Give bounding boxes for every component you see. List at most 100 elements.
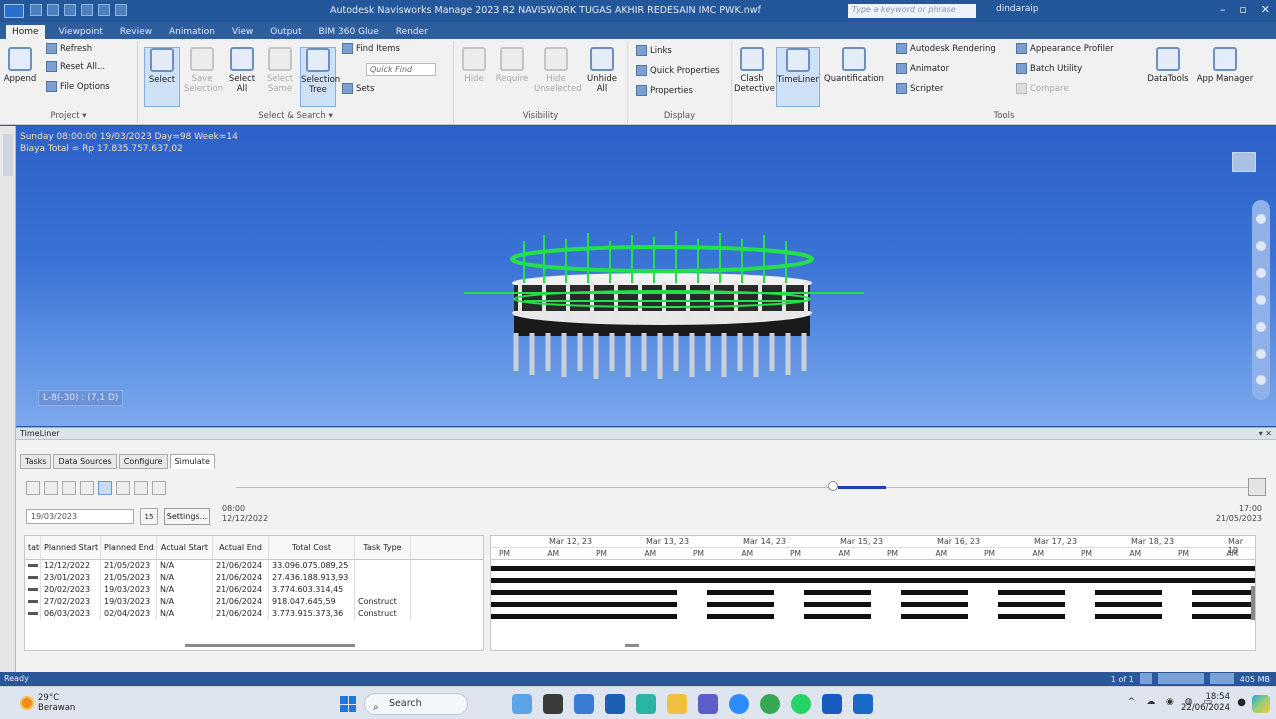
- tab-view[interactable]: View: [229, 25, 256, 39]
- chrome-icon[interactable]: [760, 694, 780, 714]
- app-manager-button[interactable]: App Manager: [1194, 47, 1256, 84]
- weather-widget[interactable]: 29°C Berawan: [20, 693, 75, 713]
- mail-icon[interactable]: [605, 694, 625, 714]
- collapsed-panel-tab[interactable]: [3, 134, 13, 176]
- building-model[interactable]: [444, 221, 884, 391]
- zoom-icon[interactable]: [1256, 268, 1266, 279]
- export-animation-icon[interactable]: [1248, 478, 1266, 496]
- autodesk-rendering-button[interactable]: Autodesk Rendering: [896, 43, 996, 54]
- navisworks-icon[interactable]: [853, 694, 873, 714]
- close-icon[interactable]: ✕: [1261, 3, 1270, 16]
- teams-icon[interactable]: [698, 694, 718, 714]
- file-options-button[interactable]: File Options: [46, 81, 110, 92]
- save-selection-button[interactable]: Save Selection: [184, 47, 223, 94]
- selection-tree-button[interactable]: Selection Tree: [300, 47, 340, 107]
- tab-animation[interactable]: Animation: [166, 25, 218, 39]
- pause-icon[interactable]: [98, 481, 112, 495]
- scene-viewport[interactable]: Sunday 08:00:00 19/03/2023 Day=98 Week=1…: [16, 126, 1276, 426]
- project-group-label[interactable]: Project ▾: [0, 111, 137, 121]
- col-status[interactable]: tatus: [25, 536, 41, 559]
- look-icon[interactable]: [1256, 321, 1266, 332]
- col-planned-start[interactable]: Planned Start: [41, 536, 101, 559]
- sheet-browser-icon[interactable]: [1139, 673, 1152, 684]
- datatools-button[interactable]: DataTools: [1146, 47, 1190, 84]
- panel-close-icon[interactable]: ▾ ✕: [1259, 428, 1272, 440]
- tab-bim360[interactable]: BIM 360 Glue: [316, 25, 382, 39]
- require-button[interactable]: Require: [494, 47, 530, 84]
- col-total-cost[interactable]: Total Cost: [269, 536, 355, 559]
- simulation-slider-handle[interactable]: [828, 481, 838, 491]
- tab-simulate[interactable]: Simulate: [169, 454, 215, 469]
- hide-unselected-button[interactable]: Hide Unselected: [534, 47, 582, 94]
- table-row[interactable]: 27/02/2023 19/03/2023 N/A 21/06/2024 918.047…: [25, 596, 483, 608]
- walk-icon[interactable]: [1256, 348, 1266, 359]
- hide-button[interactable]: Hide: [456, 47, 492, 84]
- open-icon[interactable]: [47, 4, 59, 16]
- play-icon[interactable]: [116, 481, 130, 495]
- undo-icon[interactable]: [98, 4, 110, 16]
- edge-icon[interactable]: [636, 694, 656, 714]
- word-icon[interactable]: [822, 694, 842, 714]
- col-actual-end[interactable]: Actual End: [213, 536, 269, 559]
- user-account[interactable]: dindaraip: [996, 4, 1039, 14]
- forward-icon[interactable]: [152, 481, 166, 495]
- task-view-icon[interactable]: [543, 694, 563, 714]
- table-row[interactable]: 06/03/2023 02/04/2023 N/A 21/06/2024 3.773.9…: [25, 608, 483, 620]
- links-button[interactable]: Links: [636, 45, 672, 56]
- unhide-all-button[interactable]: Unhide All: [584, 47, 620, 94]
- print-icon[interactable]: [81, 4, 93, 16]
- app-menu-button[interactable]: [4, 4, 24, 18]
- file-explorer-icon[interactable]: [667, 694, 687, 714]
- simulation-slider-track[interactable]: [236, 487, 1256, 488]
- viewcube-icon[interactable]: [1232, 152, 1256, 172]
- help-search-input[interactable]: Type a keyword or phrase: [848, 4, 976, 18]
- select-search-group-label[interactable]: Select & Search ▾: [138, 111, 453, 121]
- animator-button[interactable]: Animator: [896, 63, 949, 74]
- taskbar-search[interactable]: ⌕ Search: [364, 693, 468, 715]
- gantt-bar[interactable]: [491, 578, 1255, 583]
- col-actual-start[interactable]: Actual Start: [157, 536, 213, 559]
- save-icon[interactable]: [64, 4, 76, 16]
- quantification-button[interactable]: Quantification: [824, 47, 884, 84]
- rewind-icon[interactable]: [26, 481, 40, 495]
- play-reverse-icon[interactable]: [62, 481, 76, 495]
- tab-configure[interactable]: Configure: [118, 454, 168, 469]
- maximize-icon[interactable]: ▫: [1239, 3, 1246, 16]
- steering-wheel-icon[interactable]: [1256, 214, 1266, 225]
- settings-button[interactable]: Settings...: [164, 508, 210, 525]
- clock[interactable]: 18:54 22/06/2024: [1181, 692, 1230, 714]
- table-row[interactable]: 23/01/2023 21/05/2023 N/A 21/06/2024 27.436.…: [25, 572, 483, 584]
- widgets-icon[interactable]: [1252, 695, 1270, 713]
- table-row[interactable]: 12/12/2022 21/05/2023 N/A 21/06/2024 33.096.…: [25, 560, 483, 572]
- gantt-vertical-scrollbar[interactable]: [1251, 586, 1255, 620]
- pan-icon[interactable]: [1256, 241, 1266, 252]
- simulation-date-input[interactable]: 19/03/2023: [26, 509, 134, 524]
- clash-detective-button[interactable]: Clash Detective: [734, 47, 775, 94]
- quick-find-input[interactable]: Quick Find: [366, 63, 436, 76]
- compare-button[interactable]: Compare: [1016, 83, 1069, 94]
- notification-bell-icon[interactable]: ●: [1237, 697, 1246, 708]
- tab-viewpoint[interactable]: Viewpoint: [56, 25, 106, 39]
- col-task-type[interactable]: Task Type: [355, 536, 411, 559]
- properties-button[interactable]: Properties: [636, 85, 693, 96]
- task-grid-scrollbar[interactable]: [185, 644, 355, 647]
- batch-utility-button[interactable]: Batch Utility: [1016, 63, 1082, 74]
- stop-icon[interactable]: [80, 481, 94, 495]
- fit-icon[interactable]: [1256, 375, 1266, 386]
- scripter-button[interactable]: Scripter: [896, 83, 943, 94]
- redo-icon[interactable]: [115, 4, 127, 16]
- reset-all-button[interactable]: Reset All...: [46, 61, 105, 72]
- copilot-icon[interactable]: [512, 694, 532, 714]
- gantt-bar[interactable]: [491, 566, 1255, 571]
- table-row[interactable]: 20/02/2023 19/03/2023 N/A 21/06/2024 3.774.6…: [25, 584, 483, 596]
- step-forward-icon[interactable]: [134, 481, 148, 495]
- step-back-icon[interactable]: [44, 481, 58, 495]
- select-same-button[interactable]: Select Same: [262, 47, 298, 94]
- whatsapp-icon[interactable]: [791, 694, 811, 714]
- quick-properties-button[interactable]: Quick Properties: [636, 65, 720, 76]
- find-items-button[interactable]: Find Items: [342, 43, 400, 54]
- refresh-button[interactable]: Refresh: [46, 43, 92, 54]
- tab-tasks[interactable]: Tasks: [20, 454, 52, 469]
- gantt-scrollbar[interactable]: [625, 644, 639, 647]
- append-button[interactable]: Append: [2, 47, 38, 84]
